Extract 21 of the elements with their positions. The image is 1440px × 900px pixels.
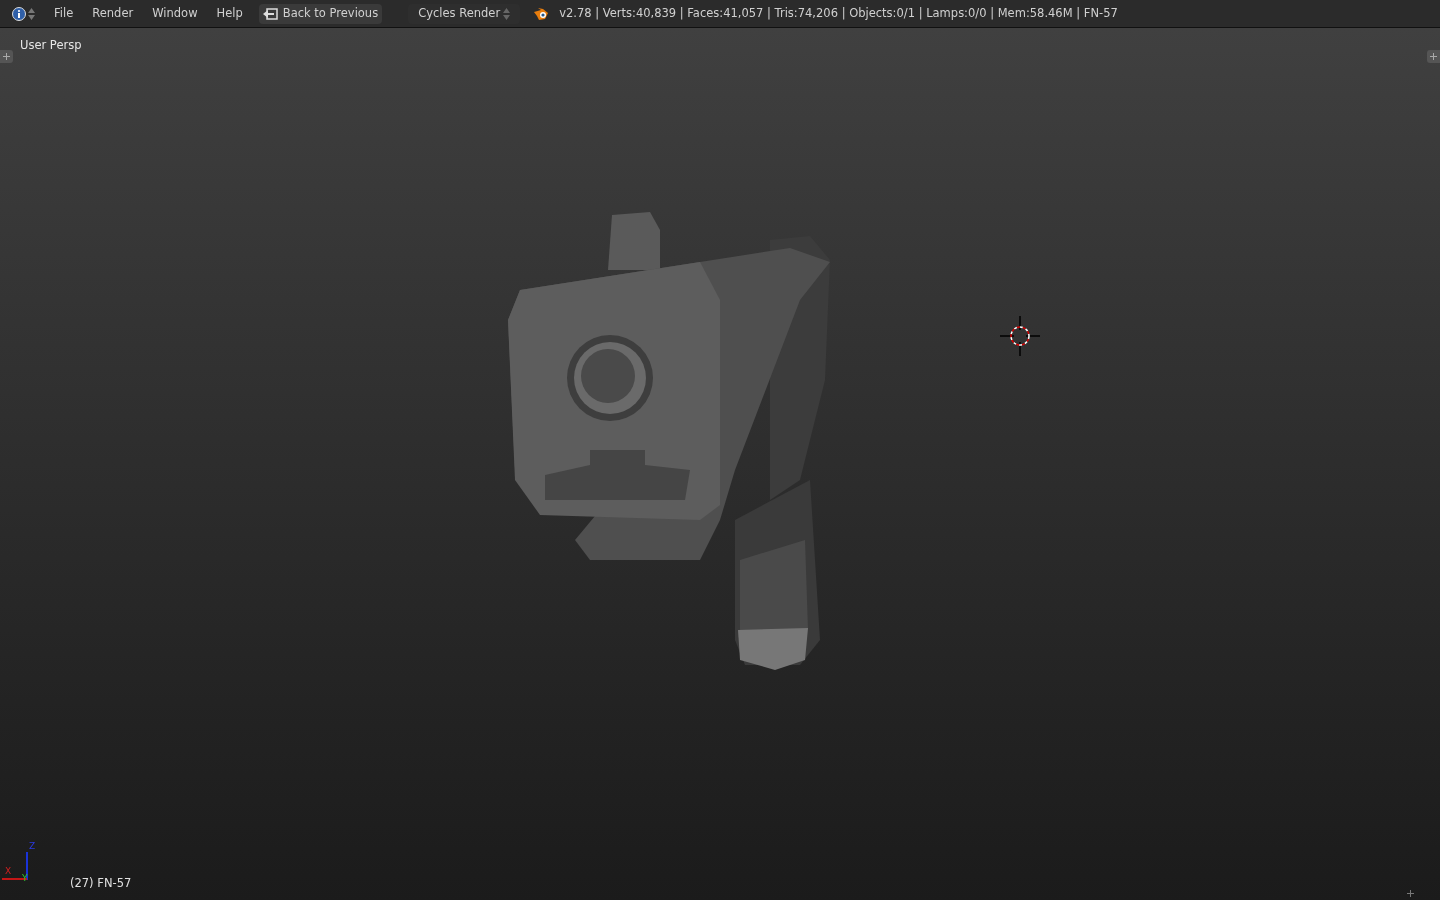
corner-resize-icon bbox=[1407, 890, 1414, 897]
info-icon bbox=[12, 6, 26, 21]
z-axis-label: Z bbox=[29, 842, 36, 851]
view-label: User Persp bbox=[20, 37, 82, 54]
region-expand-icon[interactable] bbox=[1427, 50, 1440, 63]
y-axis-label: Y bbox=[22, 874, 28, 883]
object-label: (27) FN-57 bbox=[70, 874, 132, 892]
blender-logo-icon bbox=[534, 6, 551, 21]
menu-item[interactable]: Help bbox=[207, 2, 252, 25]
menu-item[interactable]: Window bbox=[143, 2, 207, 25]
editor-type-selector[interactable] bbox=[12, 6, 35, 21]
scene-statistics: v2.78 | Verts:40,839 | Faces:41,057 | Tris:74,206 | Objects:0/1 | Lamps:0/0 | Mem:58.46M | FN-57 bbox=[559, 4, 1118, 22]
back-icon bbox=[262, 7, 278, 20]
up-down-arrows-icon bbox=[28, 7, 35, 20]
back-to-previous-button[interactable]: Back to Previous bbox=[258, 3, 383, 24]
menu-item[interactable]: File bbox=[45, 2, 83, 25]
menu-item[interactable]: Render bbox=[83, 2, 143, 25]
x-axis-label: X bbox=[5, 867, 12, 876]
region-expand-icon[interactable] bbox=[0, 50, 13, 63]
up-down-arrows-icon bbox=[503, 7, 511, 20]
3d-cursor-icon bbox=[1000, 316, 1040, 356]
